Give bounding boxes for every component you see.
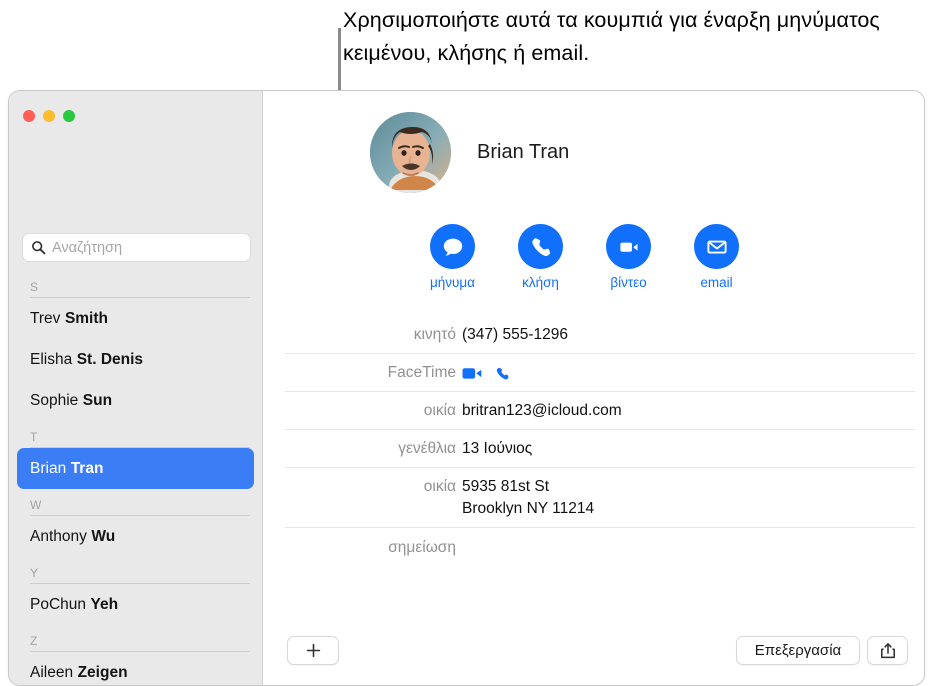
field-label: γενέθλια	[398, 440, 456, 457]
email-button-circle[interactable]	[694, 224, 739, 269]
section-header-s: S	[30, 271, 250, 298]
bottom-toolbar: Επεξεργασία	[263, 617, 924, 685]
field-label: σημείωση	[388, 539, 456, 556]
list-item[interactable]: Aileen Zeigen	[9, 652, 262, 685]
avatar[interactable]	[370, 112, 451, 193]
close-button[interactable]	[23, 110, 35, 122]
field-label: οικία	[423, 478, 456, 495]
field-value-email[interactable]: britran123@icloud.com	[462, 400, 622, 422]
callout-annotation-text: Χρησιμοποιήστε αυτά τα κουμπιά για έναρξ…	[343, 8, 880, 65]
contacts-window: S Trev Smith Elisha St. Denis Sophie Sun…	[8, 90, 925, 686]
share-icon	[880, 642, 896, 660]
contact-first-name: Aileen	[30, 663, 74, 681]
field-label: FaceTime	[387, 364, 456, 381]
section-header-w: W	[30, 489, 250, 516]
contact-last-name: Smith	[64, 309, 108, 327]
share-button[interactable]	[867, 636, 908, 665]
contact-header: Brian Tran	[370, 112, 569, 193]
video-button-circle[interactable]	[606, 224, 651, 269]
contact-action-buttons: μήνυμα κλήση βίντεο email	[429, 224, 740, 290]
contact-last-name: Yeh	[90, 595, 119, 613]
contact-first-name: Elisha	[30, 350, 73, 368]
email-button[interactable]: email	[693, 224, 740, 290]
field-row-birthday: γενέθλια 13 Ιούνιος	[285, 429, 915, 467]
edit-button-label: Επεξεργασία	[754, 642, 842, 659]
contact-last-name: Wu	[91, 527, 116, 545]
contacts-list[interactable]: S Trev Smith Elisha St. Denis Sophie Sun…	[9, 271, 262, 685]
call-button-label: κλήση	[522, 275, 559, 290]
plus-icon	[306, 643, 321, 658]
field-value-address[interactable]: 5935 81st St Brooklyn NY 11214	[462, 476, 594, 520]
screenshot-root: Χρησιμοποιήστε αυτά τα κουμπιά για έναρξ…	[0, 0, 931, 686]
message-button-circle[interactable]	[430, 224, 475, 269]
contact-first-name: PoChun	[30, 595, 87, 613]
list-item[interactable]: Anthony Wu	[9, 516, 262, 557]
list-item-selected[interactable]: Brian Tran	[17, 448, 254, 489]
section-header-z: Z	[30, 625, 250, 652]
add-contact-button[interactable]	[287, 636, 339, 665]
call-button[interactable]: κλήση	[517, 224, 564, 290]
contact-first-name: Trev	[30, 309, 61, 327]
field-row-note: σημείωση	[285, 527, 915, 566]
contact-last-name: St. Denis	[76, 350, 144, 368]
edit-button[interactable]: Επεξεργασία	[736, 636, 860, 665]
contact-last-name: Sun	[82, 391, 113, 409]
list-item[interactable]: Elisha St. Denis	[9, 339, 262, 380]
field-value-facetime-icons	[462, 362, 511, 384]
field-label: κινητό	[413, 326, 456, 343]
contact-name: Brian Tran	[477, 141, 570, 163]
section-header-y: Y	[30, 557, 250, 584]
video-button[interactable]: βίντεο	[605, 224, 652, 290]
video-camera-icon	[616, 234, 642, 260]
call-button-circle[interactable]	[518, 224, 563, 269]
section-header-t: T	[30, 421, 250, 448]
phone-icon	[528, 234, 554, 260]
contact-detail-pane: Brian Tran μήνυμα κλήση βίντεο email κιν…	[263, 91, 924, 685]
contact-last-name: Tran	[70, 459, 104, 477]
field-row-email: οικία britran123@icloud.com	[285, 391, 915, 429]
contact-first-name: Sophie	[30, 391, 79, 409]
video-camera-icon[interactable]	[462, 344, 483, 403]
contact-fields: κινητό (347) 555-1296 FaceTime οικία bri…	[285, 323, 915, 566]
envelope-icon	[704, 234, 730, 260]
list-item[interactable]: Sophie Sun	[9, 380, 262, 421]
message-button[interactable]: μήνυμα	[429, 224, 476, 290]
sidebar: S Trev Smith Elisha St. Denis Sophie Sun…	[9, 91, 263, 685]
email-button-label: email	[700, 275, 733, 290]
zoom-button[interactable]	[63, 110, 75, 122]
list-item[interactable]: PoChun Yeh	[9, 584, 262, 625]
phone-icon[interactable]	[494, 343, 511, 404]
window-traffic-lights	[23, 110, 75, 122]
field-row-address: οικία 5935 81st St Brooklyn NY 11214	[285, 467, 915, 527]
list-item[interactable]: Trev Smith	[9, 298, 262, 339]
message-button-label: μήνυμα	[429, 275, 475, 290]
contact-last-name: Zeigen	[77, 663, 128, 681]
field-label: οικία	[423, 402, 456, 419]
contact-first-name: Brian	[30, 459, 67, 477]
contact-first-name: Anthony	[30, 527, 87, 545]
field-row-mobile: κινητό (347) 555-1296	[285, 323, 915, 353]
field-value-birthday: 13 Ιούνιος	[462, 440, 533, 457]
minimize-button[interactable]	[43, 110, 55, 122]
search-field[interactable]	[22, 233, 251, 262]
search-icon	[31, 240, 46, 255]
field-row-facetime: FaceTime	[285, 353, 915, 391]
search-input[interactable]	[52, 239, 242, 256]
message-bubble-icon	[440, 234, 466, 260]
video-button-label: βίντεο	[610, 275, 647, 290]
